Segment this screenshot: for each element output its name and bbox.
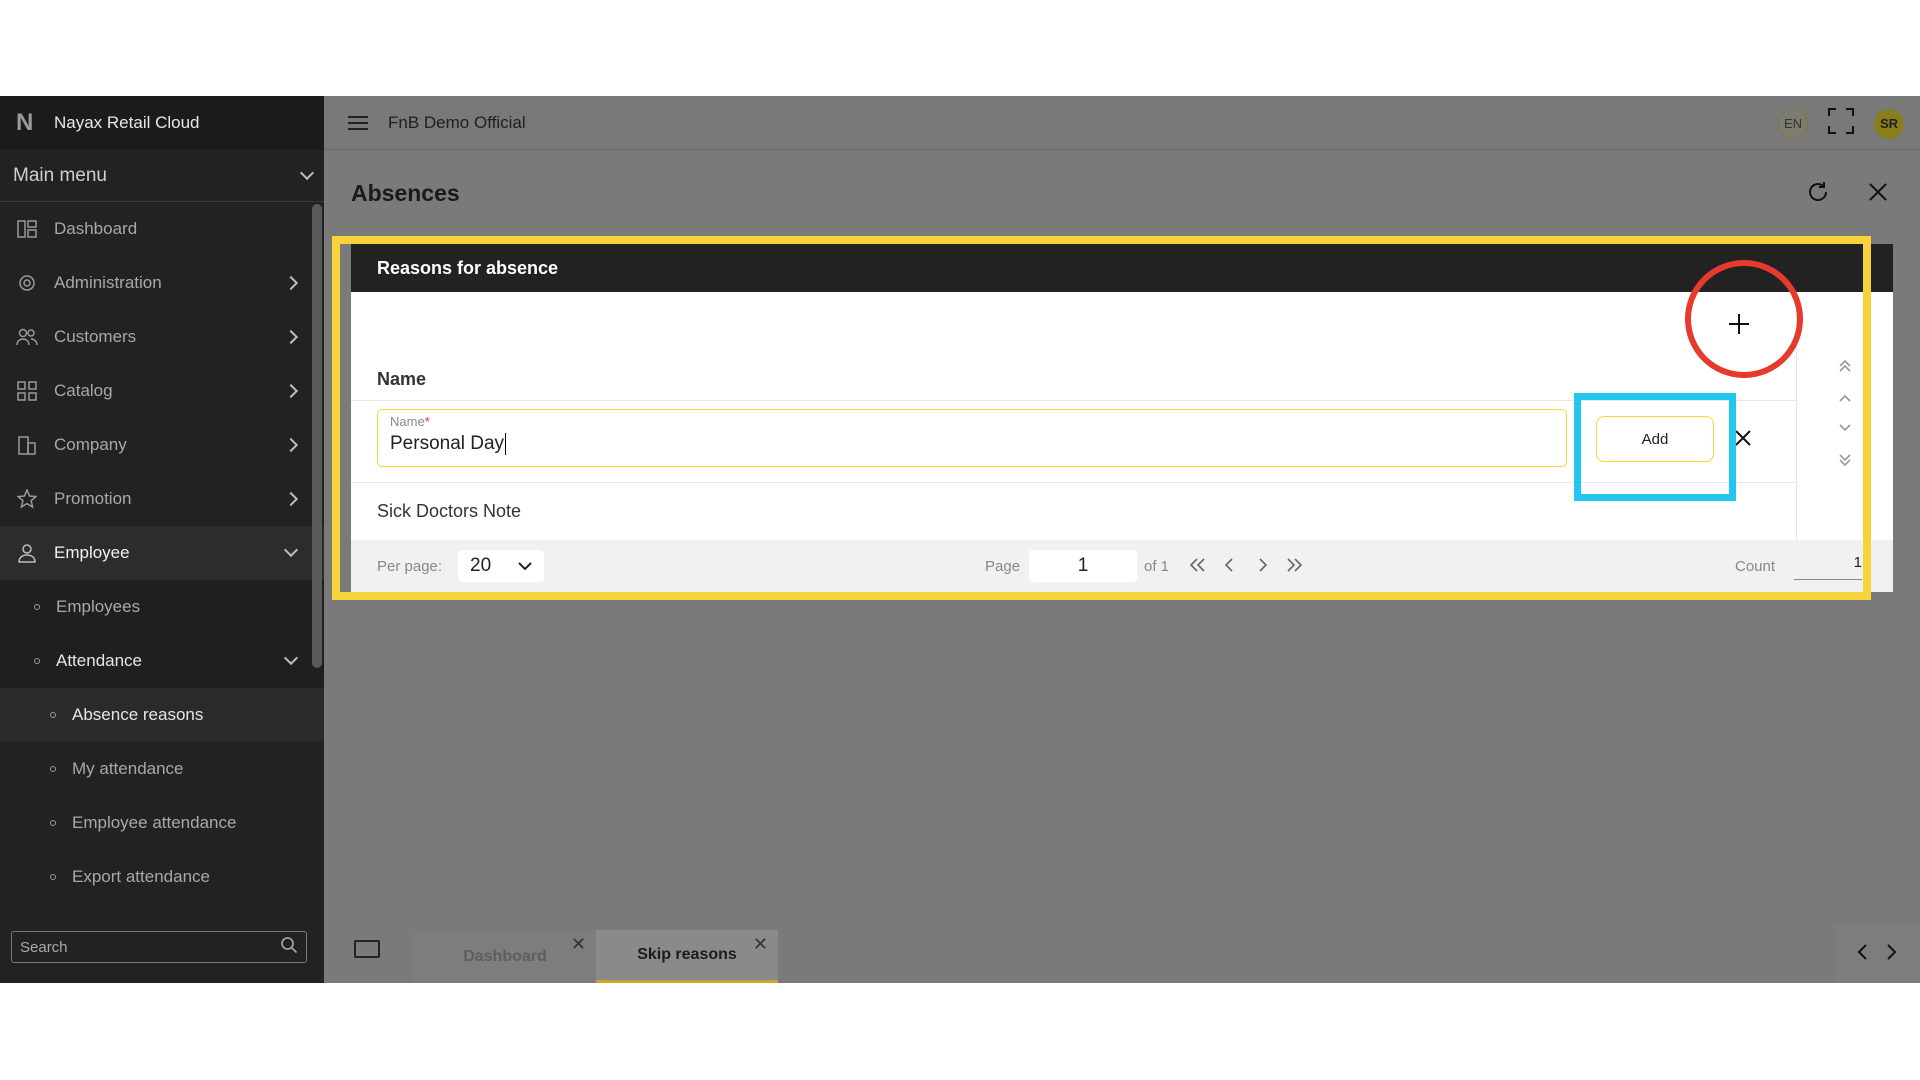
windows-icon[interactable] xyxy=(354,940,380,958)
nayax-logo-icon: N xyxy=(16,109,34,136)
fullscreen-icon[interactable] xyxy=(1828,108,1854,139)
company-icon xyxy=(16,435,38,455)
chevron-right-icon xyxy=(283,383,299,399)
bullet-icon xyxy=(34,604,40,610)
sidebar-item-customers[interactable]: Customers xyxy=(0,310,324,364)
sidebar-item-administration[interactable]: Administration xyxy=(0,256,324,310)
subitem-label: My attendance xyxy=(72,759,184,778)
sidebar-subitem-my-attendance[interactable]: My attendance xyxy=(0,742,324,796)
top-right-actions: EN SR xyxy=(1778,108,1904,139)
sidebar-item-label: Customers xyxy=(54,327,137,346)
sidebar-item-employee[interactable]: Employee xyxy=(0,526,324,580)
sidebar-subitem-employee-attendance[interactable]: Employee attendance xyxy=(0,796,324,850)
chevron-down-icon xyxy=(299,165,315,180)
sidebar-item-label: Catalog xyxy=(54,381,113,400)
sidebar-item-label: Promotion xyxy=(54,489,132,508)
subitem-label: Absence reasons xyxy=(72,705,204,724)
subitem-label: Export attendance xyxy=(72,867,210,886)
chevron-right-icon[interactable] xyxy=(1886,941,1898,967)
subitem-label: Employees xyxy=(56,597,141,616)
catalog-icon xyxy=(16,381,38,401)
chevron-down-icon xyxy=(283,542,299,558)
sidebar-item-label: Employee xyxy=(54,543,130,562)
sidebar-item-catalog[interactable]: Catalog xyxy=(0,364,324,418)
sidebar-subitem-absence-reasons[interactable]: Absence reasons xyxy=(0,688,324,742)
sidebar: N Nayax Retail Cloud Main menu Dashboard… xyxy=(0,96,324,983)
dashboard-icon xyxy=(16,219,38,239)
sidebar-item-promotion[interactable]: Promotion xyxy=(0,472,324,526)
chevron-down-icon xyxy=(283,650,299,666)
main-menu-label: Main menu xyxy=(13,164,107,186)
chevron-left-icon[interactable] xyxy=(1856,941,1868,967)
app-frame: N Nayax Retail Cloud Main menu Dashboard… xyxy=(0,96,1920,983)
bullet-icon xyxy=(50,820,56,826)
brand-name: Nayax Retail Cloud xyxy=(54,113,200,132)
sidebar-item-label: Dashboard xyxy=(54,219,138,238)
bullet-icon xyxy=(34,658,40,664)
tab-label: Skip reasons xyxy=(637,946,737,963)
close-tab-icon[interactable]: ✕ xyxy=(571,934,586,955)
sidebar-search xyxy=(11,931,307,963)
tab-label: Dashboard xyxy=(463,947,547,965)
sidebar-subitem-attendance[interactable]: Attendance xyxy=(0,634,324,688)
user-avatar[interactable]: SR xyxy=(1874,108,1904,139)
hamburger-menu-icon[interactable] xyxy=(348,112,368,134)
sidebar-item-label: Administration xyxy=(54,273,162,292)
chevron-right-icon xyxy=(283,491,299,507)
highlight-frame-add-button xyxy=(1574,393,1736,501)
language-switcher[interactable]: EN xyxy=(1778,108,1808,139)
subitem-label: Attendance xyxy=(56,651,143,670)
sidebar-subitem-employees[interactable]: Employees xyxy=(0,580,324,634)
employee-icon xyxy=(16,543,38,563)
refresh-icon[interactable] xyxy=(1806,180,1830,209)
customers-icon xyxy=(16,327,38,347)
tab-dashboard[interactable]: Dashboard ✕ xyxy=(414,930,596,983)
sidebar-item-dashboard[interactable]: Dashboard xyxy=(0,202,324,256)
sidebar-search-input[interactable] xyxy=(20,938,280,956)
tab-scroll-nav xyxy=(1834,924,1920,983)
close-page-icon[interactable] xyxy=(1868,182,1888,207)
close-tab-icon[interactable]: ✕ xyxy=(753,934,768,955)
highlight-circle-plus xyxy=(1685,260,1803,378)
employee-submenu: Employees Attendance Absence reasons My … xyxy=(0,580,324,904)
page-title: Absences xyxy=(351,180,460,206)
chevron-right-icon xyxy=(283,329,299,345)
subitem-label: Employee attendance xyxy=(72,813,237,832)
bullet-icon xyxy=(50,874,56,880)
bottom-tab-bar: Dashboard ✕ Skip reasons ✕ xyxy=(324,914,1920,983)
page-header-actions xyxy=(1806,180,1888,209)
sidebar-scrollbar[interactable] xyxy=(312,204,322,668)
star-icon xyxy=(16,489,38,509)
main-menu-toggle[interactable]: Main menu xyxy=(0,150,324,202)
sidebar-subitem-export-attendance[interactable]: Export attendance xyxy=(0,850,324,904)
bullet-icon xyxy=(50,712,56,718)
chevron-right-icon xyxy=(283,437,299,453)
top-bar: FnB Demo Official EN SR xyxy=(324,96,1920,150)
tab-skip-reasons[interactable]: Skip reasons ✕ xyxy=(596,930,778,983)
organization-name: FnB Demo Official xyxy=(388,112,526,132)
bullet-icon xyxy=(50,766,56,772)
search-icon[interactable] xyxy=(280,936,298,959)
sidebar-item-label: Company xyxy=(54,435,127,454)
admin-gear-icon xyxy=(16,273,38,293)
brand[interactable]: N Nayax Retail Cloud xyxy=(0,96,324,150)
sidebar-item-company[interactable]: Company xyxy=(0,418,324,472)
chevron-right-icon xyxy=(283,275,299,291)
